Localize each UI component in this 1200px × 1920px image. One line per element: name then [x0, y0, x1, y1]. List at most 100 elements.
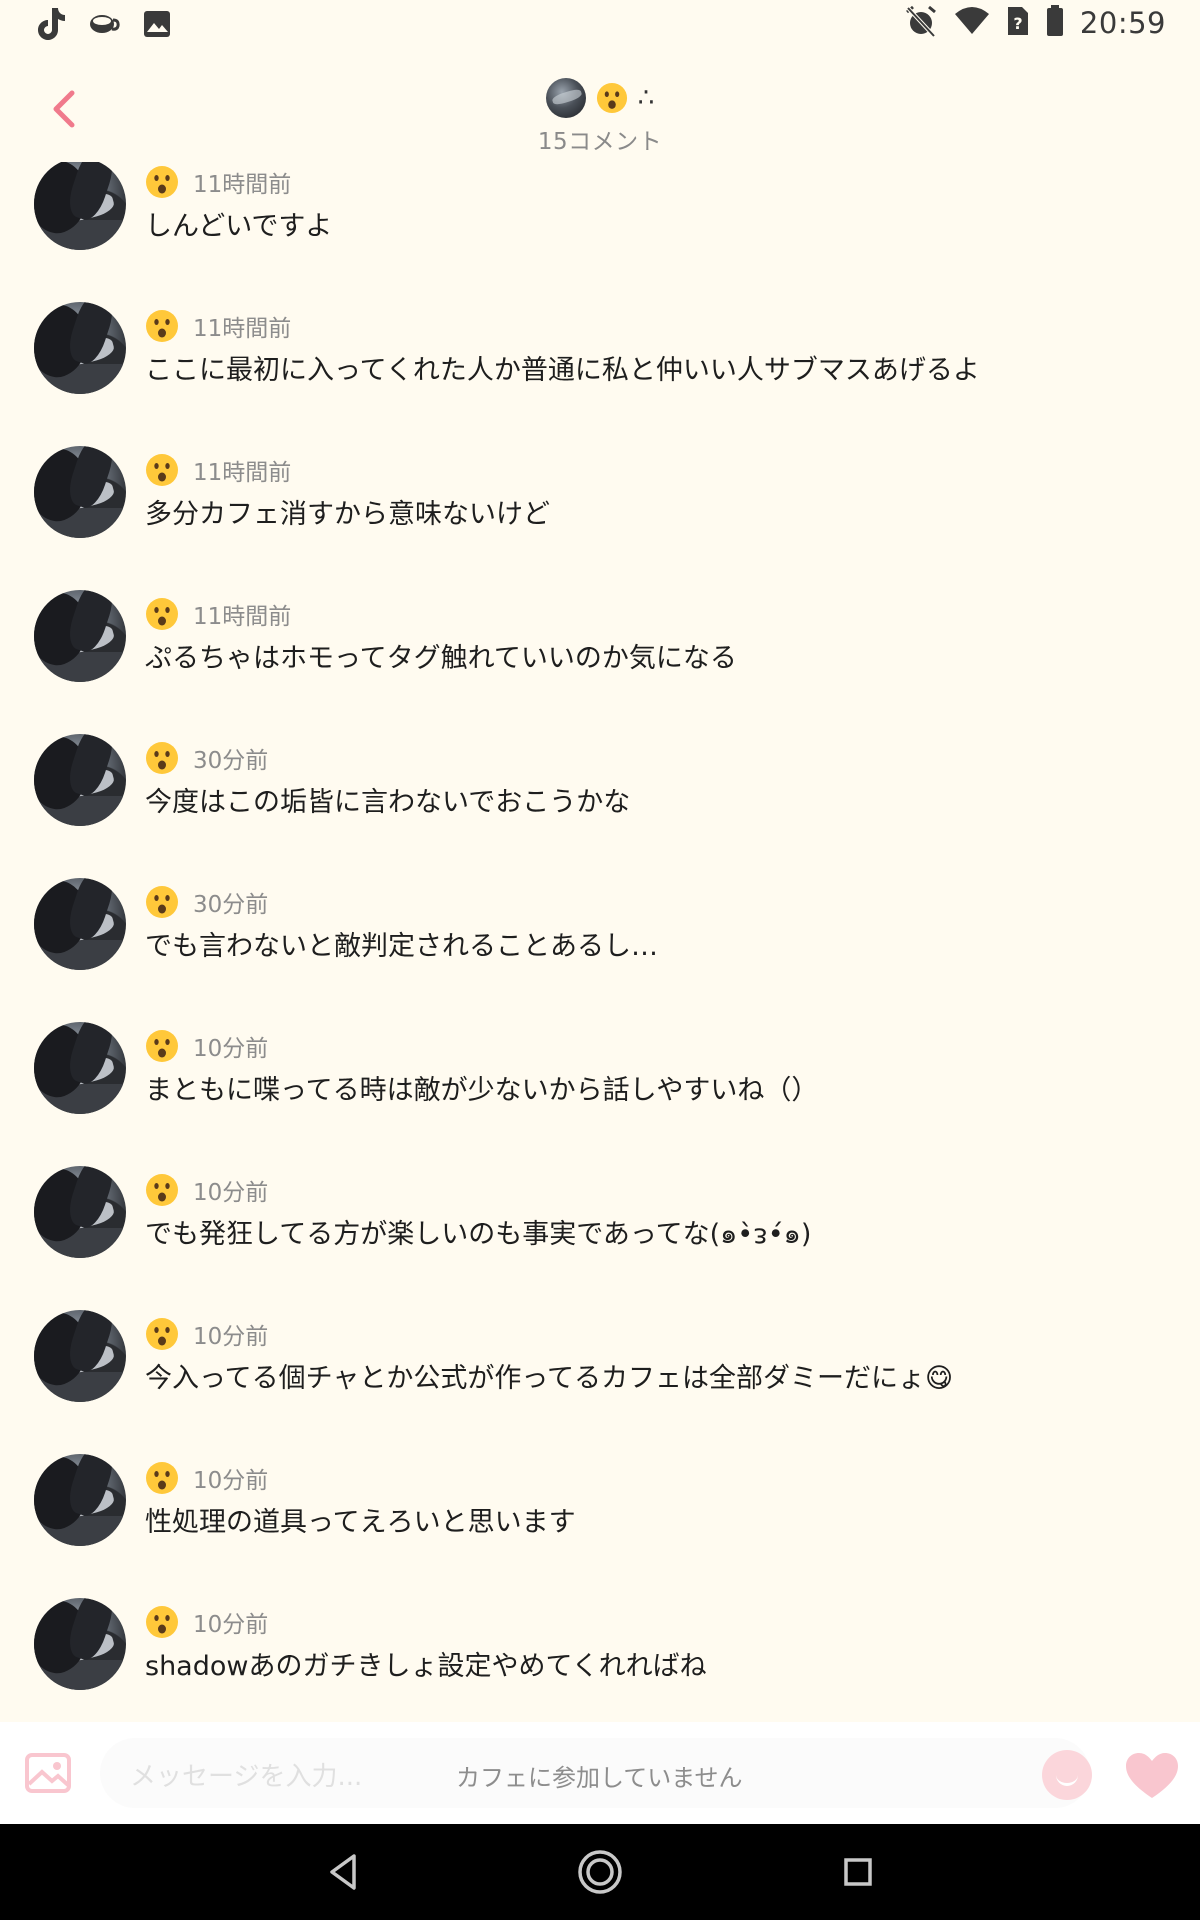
comment-meta: 30分前	[145, 884, 268, 920]
header-center[interactable]: ∴ 15コメント	[0, 76, 1200, 156]
square-recents-icon	[844, 1858, 872, 1886]
surprised-face-icon	[146, 166, 178, 198]
comment-item[interactable]: 11時間前ぷるちゃはホモってタグ触れていいのか気になる	[0, 582, 1200, 726]
comment-time: 10分前	[193, 1324, 269, 1350]
comment-text: まともに喋ってる時は敵が少ないから話しやすいね（）	[145, 1075, 819, 1106]
comment-item[interactable]: 10分前今入ってる個チャとか公式が作ってるカフェは全部ダミーだにょ😋	[0, 1302, 1200, 1446]
header-title-suffix: ∴	[637, 83, 655, 113]
comment-item[interactable]: 10分前性処理の道具ってえろいと思います	[0, 1446, 1200, 1590]
nav-home-button[interactable]	[576, 1848, 624, 1896]
sticker-button[interactable]	[1042, 1750, 1092, 1800]
comment-meta: 10分前	[145, 1460, 268, 1496]
no-sim-icon: ?	[1006, 5, 1030, 41]
comment-time: 11時間前	[193, 172, 292, 198]
status-time: 20:59	[1079, 6, 1166, 40]
avatar[interactable]	[34, 590, 126, 682]
comment-time: 10分前	[193, 1468, 269, 1494]
comment-time: 10分前	[193, 1612, 269, 1638]
comment-meta: 10分前	[145, 1028, 268, 1064]
comment-time: 30分前	[193, 892, 269, 918]
comment-text: でも言わないと敵判定されることあるし…	[145, 931, 658, 962]
comment-item[interactable]: 30分前でも言わないと敵判定されることあるし…	[0, 870, 1200, 1014]
avatar[interactable]	[34, 1598, 126, 1690]
comment-item[interactable]: 10分前でも発狂してる方が楽しいのも事実であってな(๑•̀ᴈ•́๑)	[0, 1158, 1200, 1302]
battery-icon	[1046, 5, 1064, 41]
avatar[interactable]	[34, 1454, 126, 1546]
surprised-face-icon	[146, 1606, 178, 1638]
status-bar: ? 20:59	[0, 0, 1200, 50]
status-system: ? 20:59	[904, 4, 1166, 42]
comment-list[interactable]: 11時間前 しんどいですよ 11時間前 ここに最初に入ってくれた人か普通に私と仲いい人…	[0, 162, 1200, 1722]
comment-text: 性処理の道具ってえろいと思います	[145, 1507, 576, 1538]
nav-recents-button[interactable]	[840, 1854, 876, 1890]
avatar[interactable]	[34, 878, 126, 970]
comment-text: ぷるちゃはホモってタグ触れていいのか気になる	[145, 643, 737, 674]
surprised-face-icon	[146, 1462, 178, 1494]
tiktok-icon	[34, 6, 66, 46]
comment-item[interactable]: 30分前今度はこの垢皆に言わないでおこうかな	[0, 726, 1200, 870]
comment-meta: 10分前	[145, 1316, 268, 1352]
surprised-face-icon	[596, 82, 627, 114]
avatar[interactable]	[34, 302, 126, 394]
surprised-face-icon	[146, 886, 178, 918]
comment-count: 15コメント	[537, 129, 663, 155]
surprised-face-icon	[146, 310, 178, 342]
avatar[interactable]	[34, 1166, 126, 1258]
comment-item[interactable]: 11時間前しんどいですよ	[0, 162, 1200, 294]
comment-text: 今度はこの垢皆に言わないでおこうかな	[145, 787, 631, 818]
header-title-row: ∴	[545, 76, 655, 120]
heart-icon	[1126, 1753, 1178, 1798]
comment-time: 11時間前	[193, 604, 292, 630]
comment-time: 10分前	[193, 1036, 269, 1062]
not-joined-notice: カフェに参加していません	[456, 1764, 743, 1792]
circle-home-icon	[578, 1850, 622, 1894]
comment-item[interactable]: 11時間前ここに最初に入ってくれた人か普通に私と仲いい人サブマスあげるよ	[0, 294, 1200, 438]
nav-back-button[interactable]	[324, 1852, 364, 1892]
image-icon	[25, 1753, 71, 1793]
avatar[interactable]	[34, 1022, 126, 1114]
comment-meta: 11時間前	[145, 452, 291, 488]
surprised-face-icon	[146, 1174, 178, 1206]
system-nav-bar	[0, 1824, 1200, 1920]
comment-meta: 11時間前	[145, 308, 291, 344]
avatar[interactable]	[34, 734, 126, 826]
comment-text: しんどいですよ	[145, 211, 333, 242]
comment-text: ここに最初に入ってくれた人か普通に私と仲いい人サブマスあげるよ	[145, 355, 980, 386]
surprised-face-icon	[146, 1030, 178, 1062]
surprised-face-icon	[146, 742, 178, 774]
input-bar: メッセージを入力... カフェに参加していません	[0, 1722, 1200, 1824]
comment-meta: 10分前	[145, 1172, 268, 1208]
image-button[interactable]	[24, 1752, 72, 1794]
message-field[interactable]: メッセージを入力... カフェに参加していません	[100, 1738, 1090, 1808]
surprised-face-icon	[146, 598, 178, 630]
comment-time: 11時間前	[193, 460, 292, 486]
comment-time: 11時間前	[193, 316, 292, 342]
avatar[interactable]	[34, 162, 126, 250]
comment-meta: 30分前	[145, 740, 268, 776]
wifi-icon	[954, 6, 990, 40]
comment-text: でも発狂してる方が楽しいのも事実であってな(๑•̀ᴈ•́๑)	[145, 1219, 812, 1250]
comment-time: 10分前	[193, 1180, 269, 1206]
svg-text:?: ?	[1013, 14, 1022, 33]
cafe-icon	[88, 10, 120, 42]
alarm-off-icon	[904, 4, 938, 42]
message-placeholder: メッセージを入力...	[130, 1762, 363, 1792]
avatar[interactable]	[34, 446, 126, 538]
comment-text: shadowあのガチきしょ設定やめてくれればね	[145, 1651, 707, 1682]
avatar[interactable]	[34, 1310, 126, 1402]
header: ∴ 15コメント	[0, 60, 1200, 160]
comment-text: 多分カフェ消すから意味ないけど	[145, 499, 550, 530]
comment-item[interactable]: 10分前まともに喋ってる時は敵が少ないから話しやすいね（）	[0, 1014, 1200, 1158]
comment-meta: 11時間前	[145, 596, 291, 632]
surprised-face-icon	[146, 454, 178, 486]
status-notifications	[34, 6, 172, 46]
comment-meta: 10分前	[145, 1604, 268, 1640]
comment-text: 今入ってる個チャとか公式が作ってるカフェは全部ダミーだにょ😋	[145, 1363, 954, 1394]
like-button[interactable]	[1124, 1752, 1180, 1800]
triangle-back-icon	[330, 1854, 356, 1890]
comment-time: 30分前	[193, 748, 269, 774]
comment-item[interactable]: 11時間前多分カフェ消すから意味ないけど	[0, 438, 1200, 582]
comment-item[interactable]: 10分前 shadowあのガチきしょ設定やめてくれればね	[0, 1590, 1200, 1722]
surprised-face-icon	[146, 1318, 178, 1350]
gallery-icon	[142, 9, 172, 43]
